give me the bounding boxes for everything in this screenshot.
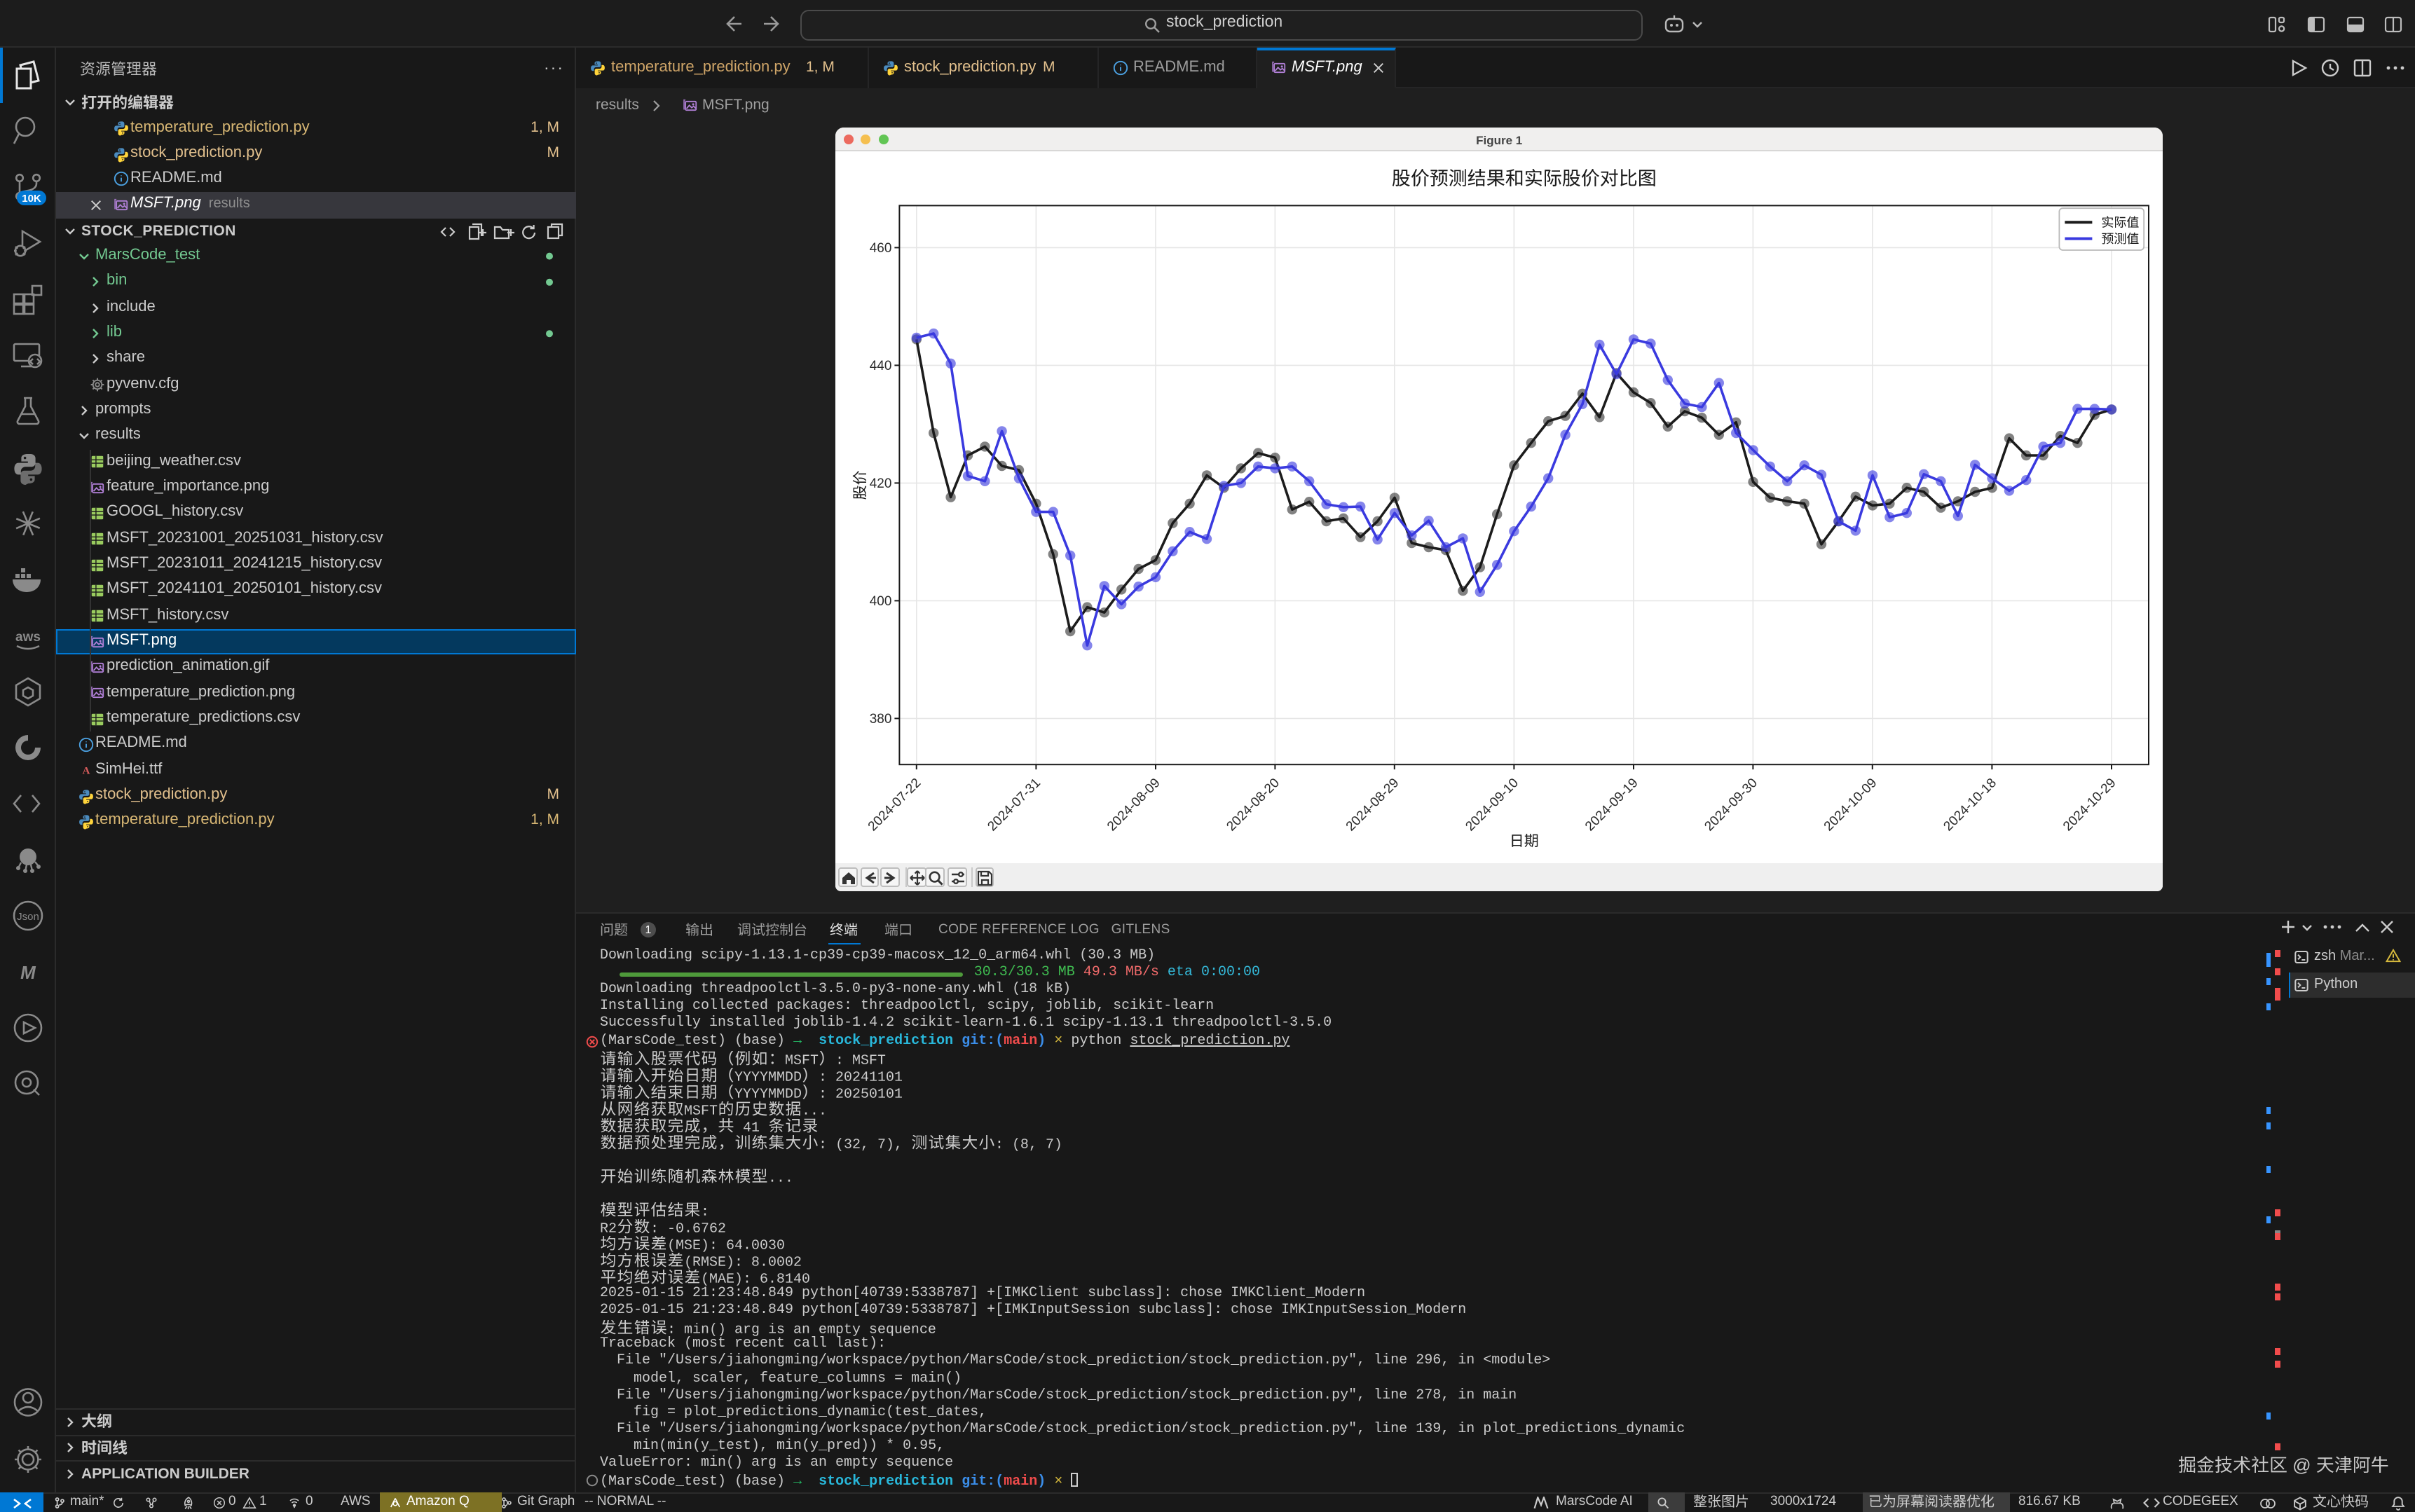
svg-text:2024-10-09: 2024-10-09 <box>1821 776 1880 834</box>
svg-text:380: 380 <box>870 712 892 727</box>
svg-text:440: 440 <box>870 359 892 373</box>
svg-text:420: 420 <box>870 476 892 491</box>
svg-text:2024-07-31: 2024-07-31 <box>985 776 1044 834</box>
svg-text:2024-09-10: 2024-09-10 <box>1463 776 1522 834</box>
svg-text:M: M <box>20 962 36 983</box>
svg-text:2024-07-22: 2024-07-22 <box>866 776 924 834</box>
svg-text:2024-10-18: 2024-10-18 <box>1941 776 2000 834</box>
svg-text:2024-10-29: 2024-10-29 <box>2061 776 2120 834</box>
svg-text:2024-08-20: 2024-08-20 <box>1224 776 1283 834</box>
svg-text:2024-09-30: 2024-09-30 <box>1702 776 1761 834</box>
svg-text:2024-08-09: 2024-08-09 <box>1105 776 1164 834</box>
svg-text:Json: Json <box>17 911 39 923</box>
svg-text:2024-08-29: 2024-08-29 <box>1343 776 1402 834</box>
svg-text:400: 400 <box>870 594 892 609</box>
svg-text:2024-09-19: 2024-09-19 <box>1583 776 1642 834</box>
svg-text:460: 460 <box>870 241 892 256</box>
